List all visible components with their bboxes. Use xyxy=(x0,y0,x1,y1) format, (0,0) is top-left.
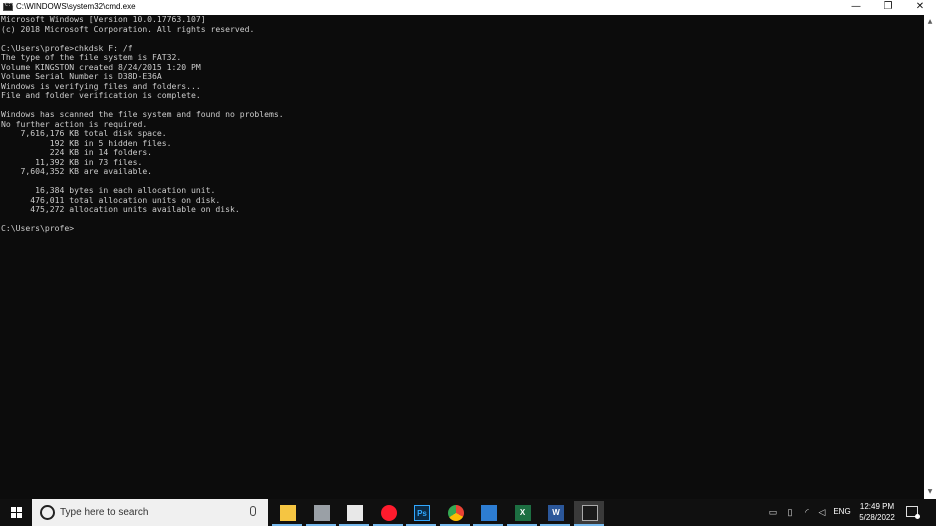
system-tray: ▭ ▯ ◜ ◁ ENG xyxy=(760,499,852,526)
chrome-icon xyxy=(447,505,464,521)
scroll-down-arrow-icon[interactable]: ▼ xyxy=(924,486,936,498)
cmd-window-icon xyxy=(3,2,14,11)
console-area[interactable]: Microsoft Windows [Version 10.0.17763.10… xyxy=(0,15,924,499)
windows-logo-icon xyxy=(11,507,22,518)
taskbar-app-excel[interactable]: X xyxy=(506,501,537,526)
taskbar-app-photoshop[interactable]: Ps xyxy=(406,501,436,526)
people-icon[interactable]: ▭ xyxy=(767,507,779,517)
scroll-up-arrow-icon[interactable]: ▲ xyxy=(924,16,936,28)
restore-button[interactable]: ❐ xyxy=(872,0,904,15)
clock[interactable]: 12:49 PM 5/28/2022 xyxy=(852,501,902,523)
minimize-button[interactable]: — xyxy=(840,0,872,15)
cortana-icon xyxy=(40,505,55,520)
taskbar-app-opera[interactable] xyxy=(372,501,403,526)
taskbar-app-paint[interactable] xyxy=(339,501,369,526)
start-button[interactable] xyxy=(0,499,32,526)
taskbar-app-word[interactable]: W xyxy=(540,501,570,526)
taskbar-app-window-app[interactable] xyxy=(473,501,503,526)
taskbar-app-file-explorer[interactable] xyxy=(272,501,302,526)
search-placeholder: Type here to search xyxy=(60,507,149,518)
action-center-icon[interactable] xyxy=(906,506,920,519)
window-title: C:\WINDOWS\system32\cmd.exe xyxy=(16,2,136,11)
vertical-scrollbar[interactable]: ▲ ▼ xyxy=(924,15,936,499)
language-indicator[interactable]: ENG xyxy=(832,507,852,517)
file-explorer-icon xyxy=(280,505,296,521)
cmd-icon xyxy=(581,505,598,521)
microphone-icon[interactable] xyxy=(250,506,256,516)
usb-device-icon[interactable]: ▯ xyxy=(784,507,796,517)
wifi-icon[interactable]: ◜ xyxy=(801,507,813,517)
window-app-icon xyxy=(481,505,497,521)
photoshop-icon: Ps xyxy=(414,505,430,521)
opera-icon xyxy=(380,505,397,521)
taskbar-app-cmd[interactable] xyxy=(573,501,604,526)
word-icon: W xyxy=(548,505,564,521)
paint-icon xyxy=(347,505,363,521)
title-bar[interactable]: C:\WINDOWS\system32\cmd.exe — ❐ ✕ xyxy=(0,0,936,15)
excel-icon: X xyxy=(514,505,531,521)
close-button[interactable]: ✕ xyxy=(904,0,936,15)
taskbar-app-chrome[interactable] xyxy=(439,501,470,526)
taskbar-search-box[interactable]: Type here to search xyxy=(32,499,268,526)
console-output: Microsoft Windows [Version 10.0.17763.10… xyxy=(1,15,284,234)
photos-icon xyxy=(313,505,330,521)
taskbar-app-photos[interactable] xyxy=(305,501,336,526)
taskbar: Type here to search Ps X W ▭ ▯ ◜ ◁ ENG 12:… xyxy=(0,499,936,526)
clock-date: 5/28/2022 xyxy=(859,513,895,522)
clock-time: 12:49 PM xyxy=(859,502,895,511)
volume-icon[interactable]: ◁ xyxy=(816,507,828,517)
